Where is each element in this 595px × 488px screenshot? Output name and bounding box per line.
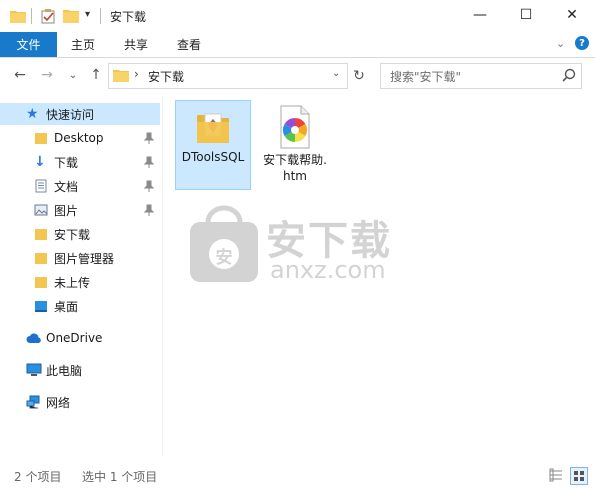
- close-icon: ✕: [566, 7, 578, 23]
- watermark-badge: 安: [215, 248, 233, 268]
- document-icon: [34, 179, 48, 193]
- close-button[interactable]: ✕: [549, 0, 595, 30]
- folder-icon: [193, 107, 233, 147]
- search-icon[interactable]: [562, 68, 576, 82]
- sidebar-item-pictures[interactable]: 图片: [0, 199, 160, 221]
- pin-icon[interactable]: [144, 132, 154, 144]
- folder-icon: [34, 227, 48, 241]
- minimize-icon: —: [473, 7, 487, 23]
- computer-icon: [26, 363, 42, 377]
- sidebar-item-label: 文档: [54, 179, 79, 194]
- sidebar-item-label: 下载: [54, 155, 79, 170]
- sidebar-item-label: 安下载: [54, 227, 91, 242]
- large-icons-view-icon[interactable]: [570, 467, 588, 485]
- up-arrow-icon[interactable]: ↑: [86, 65, 106, 85]
- sidebar-item-picture-manager[interactable]: 图片管理器: [0, 247, 160, 269]
- item-count: 2 个项目: [14, 470, 62, 484]
- tab-file[interactable]: 文件: [0, 32, 57, 57]
- watermark-logo: 安 安下载 anxz.com: [188, 202, 406, 286]
- ribbon-expand-chevron-icon[interactable]: ⌄: [556, 37, 565, 50]
- new-folder-icon[interactable]: [63, 8, 79, 23]
- forward-arrow-icon[interactable]: →: [37, 65, 57, 85]
- pin-icon[interactable]: [144, 204, 154, 216]
- file-item-dtoolssql[interactable]: DToolsSQL: [175, 100, 251, 190]
- minimize-button[interactable]: —: [457, 0, 503, 30]
- sidebar-item-not-uploaded[interactable]: 未上传: [0, 271, 160, 293]
- qa-separator: [31, 8, 32, 24]
- sidebar-item-label: 图片管理器: [54, 251, 115, 266]
- sidebar-item-label: 未上传: [54, 275, 91, 290]
- sidebar-item-label: 网络: [46, 395, 71, 410]
- window-folder-icon: [10, 9, 26, 23]
- properties-icon[interactable]: [40, 8, 56, 24]
- star-icon: ★: [26, 106, 39, 122]
- help-icon[interactable]: ?: [575, 36, 589, 50]
- tab-view[interactable]: 查看: [177, 32, 201, 57]
- breadcrumb-separator-icon[interactable]: ›: [134, 67, 139, 81]
- window-title: 安下载: [110, 10, 147, 24]
- htm-file-icon: [275, 104, 315, 150]
- sidebar-item-network[interactable]: 网络: [0, 391, 160, 413]
- details-view-icon[interactable]: [549, 468, 563, 482]
- pin-icon[interactable]: [144, 180, 154, 192]
- sidebar-item-documents[interactable]: 文档: [0, 175, 160, 197]
- address-input[interactable]: [108, 63, 348, 89]
- pane-divider[interactable]: [162, 96, 163, 456]
- download-icon: ↓: [34, 154, 46, 170]
- maximize-button[interactable]: ☐: [503, 0, 549, 30]
- picture-icon: [34, 203, 48, 217]
- sidebar-item-this-pc[interactable]: 此电脑: [0, 359, 160, 381]
- tab-share[interactable]: 共享: [124, 32, 148, 57]
- address-folder-icon: [113, 68, 129, 82]
- sidebar-item-anxiazai[interactable]: 安下载: [0, 223, 160, 245]
- breadcrumb-item[interactable]: 安下载: [148, 68, 184, 85]
- tab-home[interactable]: 主页: [71, 32, 95, 57]
- sidebar-item-onedrive[interactable]: OneDrive: [0, 327, 160, 349]
- customize-qa-chevron-icon[interactable]: ▾: [85, 9, 90, 20]
- sidebar-item-desktop[interactable]: Desktop: [0, 127, 160, 149]
- folder-icon: [34, 131, 48, 145]
- recent-locations-chevron-icon[interactable]: ⌄: [63, 65, 83, 85]
- sidebar-item-label: 此电脑: [46, 363, 83, 378]
- network-icon: [26, 395, 42, 409]
- sidebar-item-desktop-cn[interactable]: 桌面: [0, 295, 160, 317]
- sidebar-item-label: 桌面: [54, 299, 79, 314]
- sidebar-item-label: OneDrive: [46, 331, 103, 345]
- folder-icon: [34, 251, 48, 265]
- refresh-icon: ↻: [353, 68, 365, 84]
- sidebar-item-quick-access[interactable]: ★ 快速访问: [0, 103, 160, 125]
- file-name: DToolsSQL: [181, 150, 245, 164]
- sidebar-item-label: 图片: [54, 203, 79, 218]
- selection-count: 选中 1 个项目: [82, 470, 158, 484]
- sidebar-item-label: 快速访问: [46, 107, 95, 122]
- folder-icon: [34, 275, 48, 289]
- file-name: 安下载帮助.htm: [263, 153, 327, 183]
- qa-separator-2: [100, 8, 101, 24]
- refresh-button[interactable]: ↻: [347, 63, 371, 89]
- back-arrow-icon[interactable]: ←: [10, 65, 30, 85]
- search-placeholder: 搜索"安下载": [390, 70, 462, 84]
- sidebar-item-downloads[interactable]: ↓ 下载: [0, 151, 160, 173]
- address-dropdown-chevron-icon[interactable]: ⌄: [332, 68, 340, 79]
- pin-icon[interactable]: [144, 156, 154, 168]
- desktop-icon: [34, 299, 48, 313]
- watermark-subtext: anxz.com: [270, 256, 386, 284]
- file-item-help-htm[interactable]: 安下载帮助.htm: [258, 100, 332, 188]
- cloud-icon: [26, 332, 42, 344]
- maximize-icon: ☐: [519, 7, 533, 23]
- sidebar-item-label: Desktop: [54, 131, 104, 145]
